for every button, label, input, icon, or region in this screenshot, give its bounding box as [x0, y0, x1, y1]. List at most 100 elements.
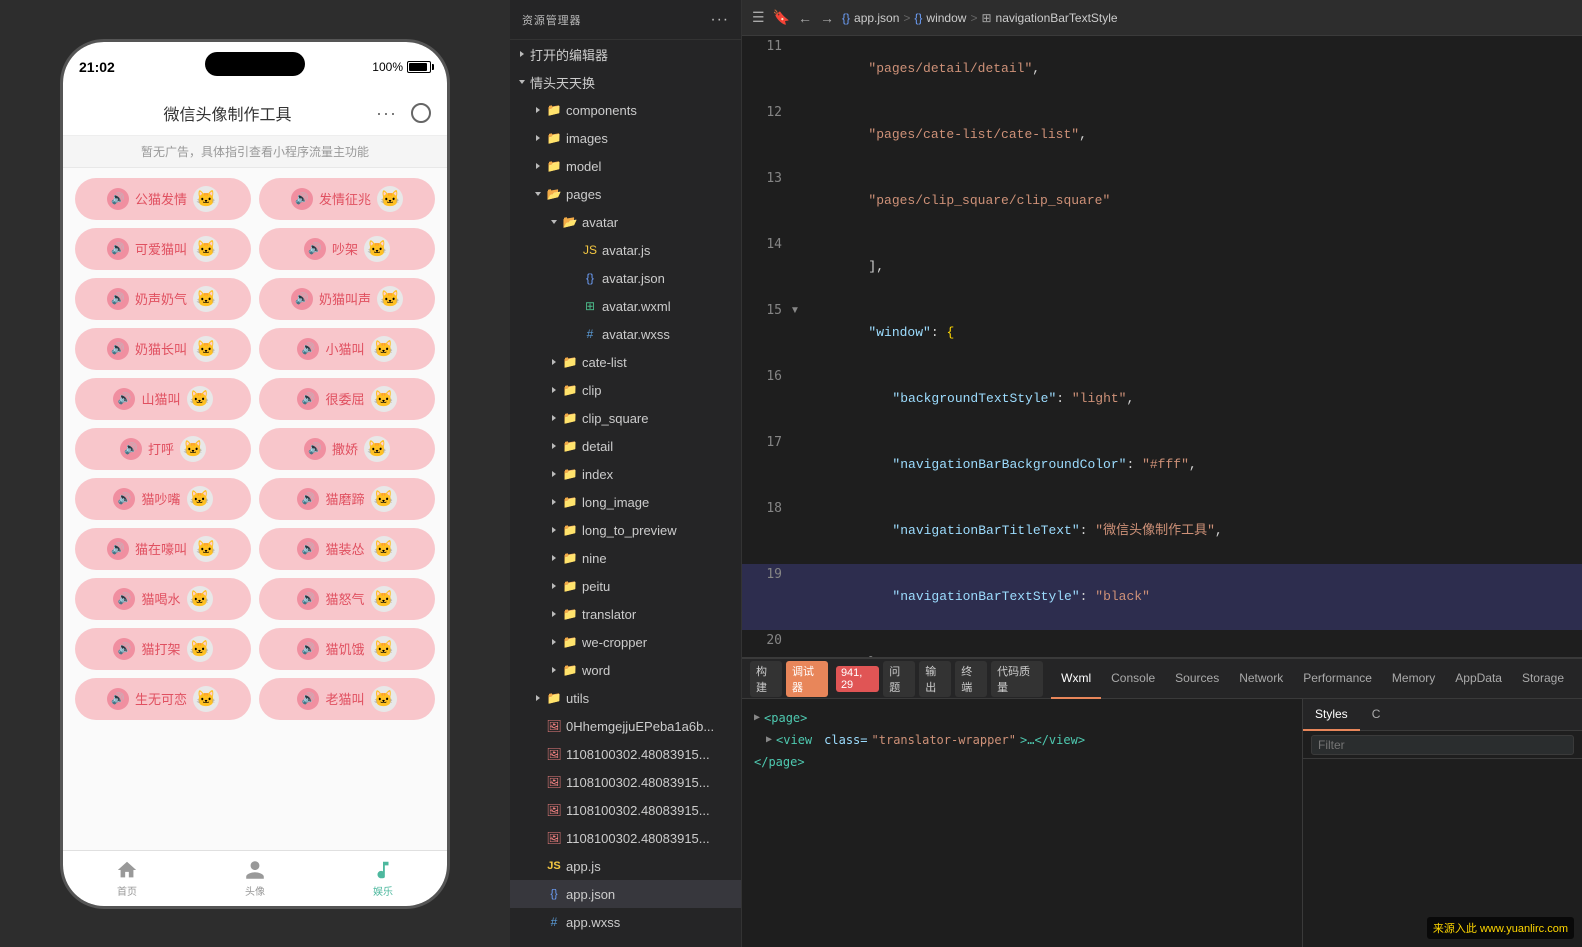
- folder-word[interactable]: 📁 word: [510, 656, 741, 684]
- debugger-btn[interactable]: 调试器: [786, 661, 828, 697]
- folder-components[interactable]: 📁 components: [510, 96, 741, 124]
- phone-btn-4-1[interactable]: 🔊 很委屈 🐱: [259, 378, 435, 420]
- section-project[interactable]: 情头天天换: [510, 68, 741, 96]
- tab-appdata[interactable]: AppData: [1445, 659, 1512, 699]
- issues-btn[interactable]: 问题: [883, 661, 915, 697]
- phone-btn-2-1[interactable]: 🔊 奶猫叫声 🐱: [259, 278, 435, 320]
- output-btn[interactable]: 输出: [919, 661, 951, 697]
- folder-long-to-preview[interactable]: 📁 long_to_preview: [510, 516, 741, 544]
- terminal-btn[interactable]: 终端: [955, 661, 987, 697]
- phone-btn-3-1[interactable]: 🔊 小猫叫 🐱: [259, 328, 435, 370]
- folder-clip-square[interactable]: 📁 clip_square: [510, 404, 741, 432]
- folder-pages[interactable]: 📂 pages: [510, 180, 741, 208]
- phone-btn-row-1[interactable]: 🔊 可爱猫叫 🐱 🔊 吵架 🐱: [75, 228, 435, 270]
- bookmark-icon[interactable]: 🔖: [773, 9, 790, 26]
- folder-nine[interactable]: 📁 nine: [510, 544, 741, 572]
- file-img-3[interactable]: 🖼 1108100302.48083915...: [510, 768, 741, 796]
- forward-icon[interactable]: →: [820, 10, 834, 26]
- tab-wxml[interactable]: Wxml: [1051, 659, 1101, 699]
- phone-btn-10-1[interactable]: 🔊 老猫叫 🐱: [259, 678, 435, 720]
- folder-model[interactable]: 📁 model: [510, 152, 741, 180]
- folder-cate-list[interactable]: 📁 cate-list: [510, 348, 741, 376]
- phone-btn-6-0[interactable]: 🔊 猫吵嘴 🐱: [75, 478, 251, 520]
- phone-btn-1-1[interactable]: 🔊 吵架 🐱: [259, 228, 435, 270]
- line-arrow-15[interactable]: ▼: [790, 300, 806, 322]
- tab-performance[interactable]: Performance: [1293, 659, 1382, 699]
- tab-memory[interactable]: Memory: [1382, 659, 1445, 699]
- phone-btn-row-8[interactable]: 🔊 猫喝水 🐱 🔊 猫怒气 🐱: [75, 578, 435, 620]
- file-app-js[interactable]: JS app.js: [510, 852, 741, 880]
- folder-detail[interactable]: 📁 detail: [510, 432, 741, 460]
- file-avatar-wxml[interactable]: ⊞ avatar.wxml: [510, 292, 741, 320]
- tab-network[interactable]: Network: [1229, 659, 1293, 699]
- section-open-editors[interactable]: 打开的编辑器: [510, 40, 741, 68]
- phone-btn-0-1[interactable]: 🔊 发情征兆 🐱: [259, 178, 435, 220]
- file-img-1[interactable]: 🖼 0HhemgejjuEPeba1a6b...: [510, 712, 741, 740]
- phone-btn-8-1[interactable]: 🔊 猫怒气 🐱: [259, 578, 435, 620]
- folder-utils[interactable]: 📁 utils: [510, 684, 741, 712]
- phone-btn-row-10[interactable]: 🔊 生无可恋 🐱 🔊 老猫叫 🐱: [75, 678, 435, 720]
- tab-sources[interactable]: Sources: [1165, 659, 1229, 699]
- more-options-icon[interactable]: ···: [710, 11, 729, 29]
- html-line-page[interactable]: ▶ <page>: [742, 707, 1302, 729]
- phone-content[interactable]: 🔊 公猫发情 🐱 🔊 发情征兆 🐱 🔊 可爱猫叫 🐱 🔊: [63, 168, 447, 850]
- file-avatar-wxss[interactable]: # avatar.wxss: [510, 320, 741, 348]
- phone-btn-6-1[interactable]: 🔊 猫磨蹄 🐱: [259, 478, 435, 520]
- tab-entertainment[interactable]: 娱乐: [319, 859, 447, 898]
- circle-icon[interactable]: [411, 103, 431, 123]
- tab-home[interactable]: 首页: [63, 859, 191, 898]
- build-btn[interactable]: 构建: [750, 661, 782, 697]
- phone-btn-row-3[interactable]: 🔊 奶猫长叫 🐱 🔊 小猫叫 🐱: [75, 328, 435, 370]
- tab-avatar[interactable]: 头像: [191, 859, 319, 898]
- phone-btn-row-0[interactable]: 🔊 公猫发情 🐱 🔊 发情征兆 🐱: [75, 178, 435, 220]
- breadcrumb-window[interactable]: window: [926, 11, 966, 25]
- file-app-wxss[interactable]: # app.wxss: [510, 908, 741, 936]
- file-avatar-js[interactable]: JS avatar.js: [510, 236, 741, 264]
- phone-btn-row-6[interactable]: 🔊 猫吵嘴 🐱 🔊 猫磨蹄 🐱: [75, 478, 435, 520]
- folder-index[interactable]: 📁 index: [510, 460, 741, 488]
- phone-btn-row-9[interactable]: 🔊 猫打架 🐱 🔊 猫饥饿 🐱: [75, 628, 435, 670]
- styles-filter-input[interactable]: [1311, 735, 1574, 755]
- phone-btn-5-1[interactable]: 🔊 撒娇 🐱: [259, 428, 435, 470]
- tab-console[interactable]: Console: [1101, 659, 1165, 699]
- more-icon[interactable]: ···: [376, 103, 397, 124]
- file-img-4[interactable]: 🖼 1108100302.48083915...: [510, 796, 741, 824]
- back-icon[interactable]: ←: [798, 10, 812, 26]
- phone-btn-2-0[interactable]: 🔊 奶声奶气 🐱: [75, 278, 251, 320]
- folder-images[interactable]: 📁 images: [510, 124, 741, 152]
- phone-btn-9-1[interactable]: 🔊 猫饥饿 🐱: [259, 628, 435, 670]
- folder-peitu[interactable]: 📁 peitu: [510, 572, 741, 600]
- file-app-json[interactable]: {} app.json: [510, 880, 741, 908]
- folder-avatar[interactable]: 📂 avatar: [510, 208, 741, 236]
- phone-btn-8-0[interactable]: 🔊 猫喝水 🐱: [75, 578, 251, 620]
- phone-btn-row-4[interactable]: 🔊 山猫叫 🐱 🔊 很委屈 🐱: [75, 378, 435, 420]
- folder-clip[interactable]: 📁 clip: [510, 376, 741, 404]
- phone-btn-7-0[interactable]: 🔊 猫在嚎叫 🐱: [75, 528, 251, 570]
- folder-translator[interactable]: 📁 translator: [510, 600, 741, 628]
- hamburger-icon[interactable]: ☰: [752, 9, 765, 26]
- phone-btn-row-7[interactable]: 🔊 猫在嚎叫 🐱 🔊 猫装怂 🐱: [75, 528, 435, 570]
- folder-we-cropper[interactable]: 📁 we-cropper: [510, 628, 741, 656]
- code-quality-btn[interactable]: 代码质量: [991, 661, 1043, 697]
- styles-tab-styles[interactable]: Styles: [1303, 699, 1360, 731]
- phone-btn-10-0[interactable]: 🔊 生无可恋 🐱: [75, 678, 251, 720]
- phone-btn-7-1[interactable]: 🔊 猫装怂 🐱: [259, 528, 435, 570]
- phone-btn-1-0[interactable]: 🔊 可爱猫叫 🐱: [75, 228, 251, 270]
- phone-btn-row-2[interactable]: 🔊 奶声奶气 🐱 🔊 奶猫叫声 🐱: [75, 278, 435, 320]
- phone-menu-icons[interactable]: ···: [376, 103, 431, 124]
- file-tree-body[interactable]: 打开的编辑器 情头天天换 📁 components 📁 images: [510, 40, 741, 947]
- breadcrumb-file[interactable]: app.json: [854, 11, 899, 25]
- phone-btn-0-0[interactable]: 🔊 公猫发情 🐱: [75, 178, 251, 220]
- code-editor[interactable]: 11 "pages/detail/detail", 12 "pages/cate…: [742, 36, 1582, 657]
- file-img-2[interactable]: 🖼 1108100302.48083915...: [510, 740, 741, 768]
- styles-tab-computed[interactable]: C: [1360, 699, 1393, 731]
- devtools-html-panel[interactable]: ▶ <page> ▶ <view class="translator-wrapp…: [742, 699, 1302, 947]
- html-line-view[interactable]: ▶ <view class="translator-wrapper" >…</v…: [742, 729, 1302, 751]
- tab-storage[interactable]: Storage: [1512, 659, 1574, 699]
- file-avatar-json[interactable]: {} avatar.json: [510, 264, 741, 292]
- phone-btn-9-0[interactable]: 🔊 猫打架 🐱: [75, 628, 251, 670]
- phone-btn-4-0[interactable]: 🔊 山猫叫 🐱: [75, 378, 251, 420]
- phone-btn-row-5[interactable]: 🔊 打呼 🐱 🔊 撒娇 🐱: [75, 428, 435, 470]
- breadcrumb-nav-text[interactable]: navigationBarTextStyle: [996, 11, 1118, 25]
- html-line-page-close[interactable]: </page>: [742, 751, 1302, 773]
